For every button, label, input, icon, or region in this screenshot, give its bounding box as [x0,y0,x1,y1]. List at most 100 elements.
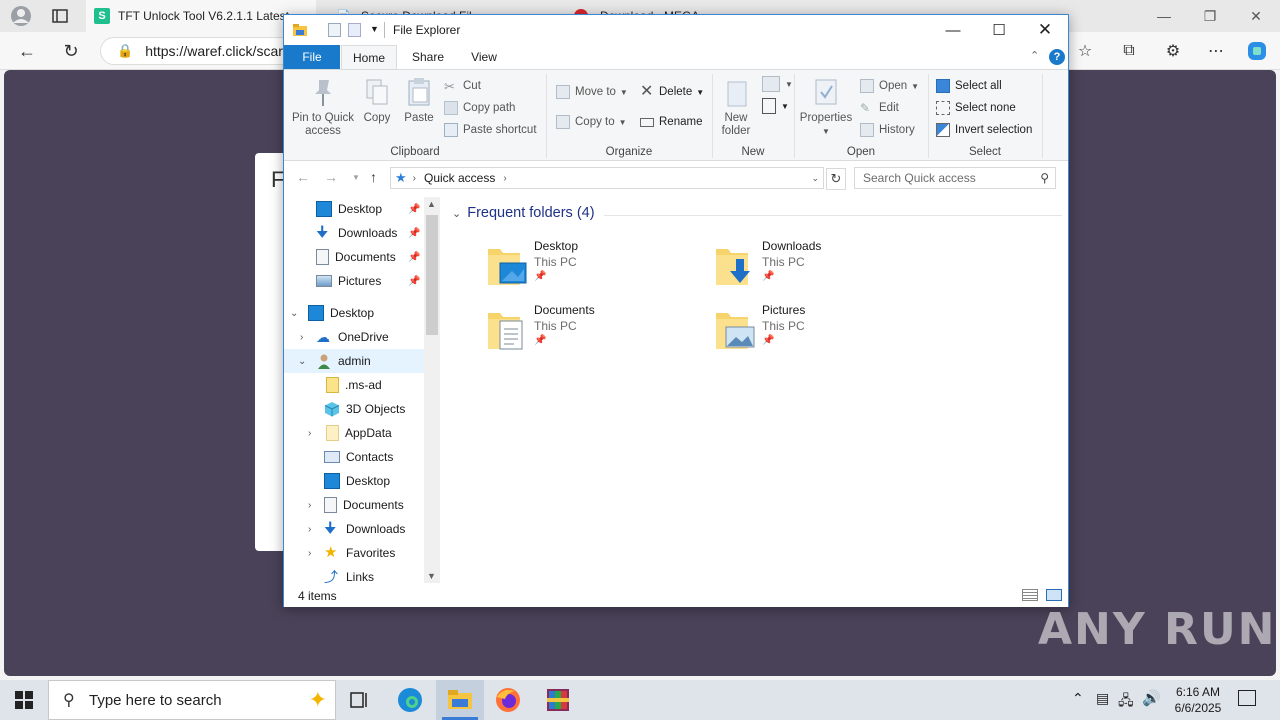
minimize-icon[interactable]: — [930,15,976,45]
tab-share[interactable]: Share [400,45,456,69]
new-folder-button[interactable]: New folder [716,76,756,138]
delete-button[interactable]: ✕ Delete ▼ [640,82,704,102]
nav-quick-desktop[interactable]: Desktop 📌 [284,197,424,221]
browser-minimize-icon[interactable]: — [1144,4,1184,28]
scroll-up-icon[interactable]: ▲ [427,199,436,209]
nav-pane-scrollbar[interactable]: ▲ ▼ [424,197,440,583]
copy-button[interactable]: Copy [362,76,392,125]
folder-tile-documents[interactable]: Documents This PC 📌 [486,301,706,357]
chevron-right-icon[interactable]: › [308,524,311,535]
address-dropdown-icon[interactable]: ⌄ [811,173,819,184]
edge-taskbar-button[interactable] [386,680,434,720]
taskbar-clock[interactable]: 6:16 AM 6/6/2025 [1162,684,1234,716]
paste-button[interactable]: Paste [402,76,436,125]
invert-selection-button[interactable]: Invert selection [936,120,1032,140]
nav-tree-admin[interactable]: ⌄ admin [284,349,424,373]
qat-new-folder-icon[interactable] [348,23,361,37]
refresh-icon[interactable]: ↻ [58,38,84,64]
favorite-star-icon[interactable]: ☆ [1072,38,1098,64]
easy-access-button[interactable]: ▼ [762,96,789,116]
tab-home[interactable]: Home [341,45,397,69]
move-to-button[interactable]: Move to ▼ [556,82,628,102]
copilot-icon[interactable] [1244,38,1270,64]
profile-avatar-icon[interactable] [8,3,34,29]
history-button[interactable]: History [860,120,915,140]
nav-tree-appdata[interactable]: › AppData [284,421,424,445]
rename-button[interactable]: Rename [640,112,702,132]
properties-button[interactable]: Properties ▼ [798,76,854,138]
browser-close-icon[interactable]: ✕ [1236,4,1276,28]
chevron-right-icon[interactable]: › [308,428,311,439]
recent-locations-icon[interactable]: ▼ [352,173,360,182]
chevron-right-icon[interactable]: › [300,332,303,343]
back-icon[interactable]: ← [14,38,40,64]
scrollbar-thumb[interactable] [426,215,438,335]
select-none-button[interactable]: Select none [936,98,1016,118]
nav-tree-ms-ad[interactable]: .ms-ad [284,373,424,397]
address-location[interactable]: Quick access [424,171,495,185]
more-options-icon[interactable]: ⋯ [1203,38,1229,64]
file-explorer-taskbar-button[interactable] [436,680,484,720]
tab-view[interactable]: View [456,45,512,69]
collapse-ribbon-icon[interactable]: ⌃ [1030,49,1039,62]
qat-dropdown-icon[interactable]: ▼ [370,24,379,34]
nav-tree-documents[interactable]: › Documents [284,493,424,517]
nav-tree-onedrive[interactable]: › ☁ OneDrive [284,325,424,349]
details-view-icon[interactable] [1022,589,1038,601]
tab-file[interactable]: File [284,45,340,69]
edit-button[interactable]: ✎ Edit [860,98,899,118]
qat-properties-icon[interactable] [328,23,341,37]
nav-tree-desktop-2[interactable]: Desktop [284,469,424,493]
nav-tree-favorites[interactable]: › ★ Favorites [284,541,424,565]
scroll-down-icon[interactable]: ▼ [427,571,436,581]
address-bar[interactable]: ★ › Quick access › ⌄ [390,167,824,189]
select-all-button[interactable]: Select all [936,76,1002,96]
start-button[interactable] [0,680,48,720]
firefox-taskbar-button[interactable] [484,680,532,720]
chevron-right-icon[interactable]: › [308,500,311,511]
search-box[interactable]: Search Quick access ⚲ [854,167,1056,189]
nav-quick-pictures[interactable]: Pictures 📌 [284,269,424,293]
folder-tile-desktop[interactable]: Desktop This PC 📌 [486,237,706,293]
notifications-icon[interactable] [1238,690,1256,706]
browser-tab-1[interactable]: S TFT Unlock Tool V6.2.1.1 Latest [86,0,316,32]
extensions-icon[interactable]: ⚙ [1160,38,1186,64]
maximize-icon[interactable]: ☐ [976,15,1022,45]
network-icon[interactable]: 🖧 [1118,690,1134,714]
nav-tree-links[interactable]: ⤴ Links [284,565,424,583]
paste-shortcut-button[interactable]: Paste shortcut [444,120,537,140]
browser-restore-icon[interactable]: ❐ [1190,4,1230,28]
forward-arrow-icon[interactable]: → [324,169,338,185]
chevron-down-icon[interactable]: ⌄ [290,308,298,319]
nav-tree-3d-objects[interactable]: 3D Objects [284,397,424,421]
network-adapter-icon[interactable]: ▤ [1096,690,1109,707]
pin-to-quick-access-button[interactable]: Pin to Quick access [288,76,358,138]
open-button[interactable]: Open ▼ [860,76,919,96]
nav-tree-contacts[interactable]: Contacts [284,445,424,469]
copy-path-button[interactable]: Copy path [444,98,515,118]
back-arrow-icon[interactable]: ← [296,169,310,185]
frequent-folders-header[interactable]: ⌄ Frequent folders (4) [452,205,595,221]
folder-tile-downloads[interactable]: Downloads This PC 📌 [714,237,934,293]
nav-quick-downloads[interactable]: 🠋 Downloads 📌 [284,221,424,245]
refresh-icon[interactable]: ↻ [826,168,846,190]
task-view-button[interactable] [336,680,384,720]
close-icon[interactable]: ✕ [1022,15,1068,45]
cut-button[interactable]: ✂ Cut [444,76,481,96]
copy-to-button[interactable]: Copy to ▼ [556,112,627,132]
up-arrow-icon[interactable]: ↑ [370,169,377,185]
chevron-down-icon[interactable]: ⌄ [298,356,306,367]
tab-actions-icon[interactable] [47,3,73,29]
nav-tree-desktop[interactable]: ⌄ Desktop [284,301,424,325]
winrar-taskbar-button[interactable] [534,680,582,720]
large-icons-view-icon[interactable] [1046,589,1062,601]
collections-icon[interactable]: ⧉ [1116,38,1142,64]
new-item-button[interactable]: ▼ [762,74,793,94]
nav-quick-documents[interactable]: Documents 📌 [284,245,424,269]
chevron-right-icon[interactable]: › [308,548,311,559]
nav-tree-downloads[interactable]: › 🠋 Downloads [284,517,424,541]
volume-icon[interactable]: 🔊 [1142,689,1161,707]
show-hidden-icons-icon[interactable]: ⌃ [1072,690,1084,707]
help-icon[interactable]: ? [1049,49,1065,65]
folder-tile-pictures[interactable]: Pictures This PC 📌 [714,301,934,357]
